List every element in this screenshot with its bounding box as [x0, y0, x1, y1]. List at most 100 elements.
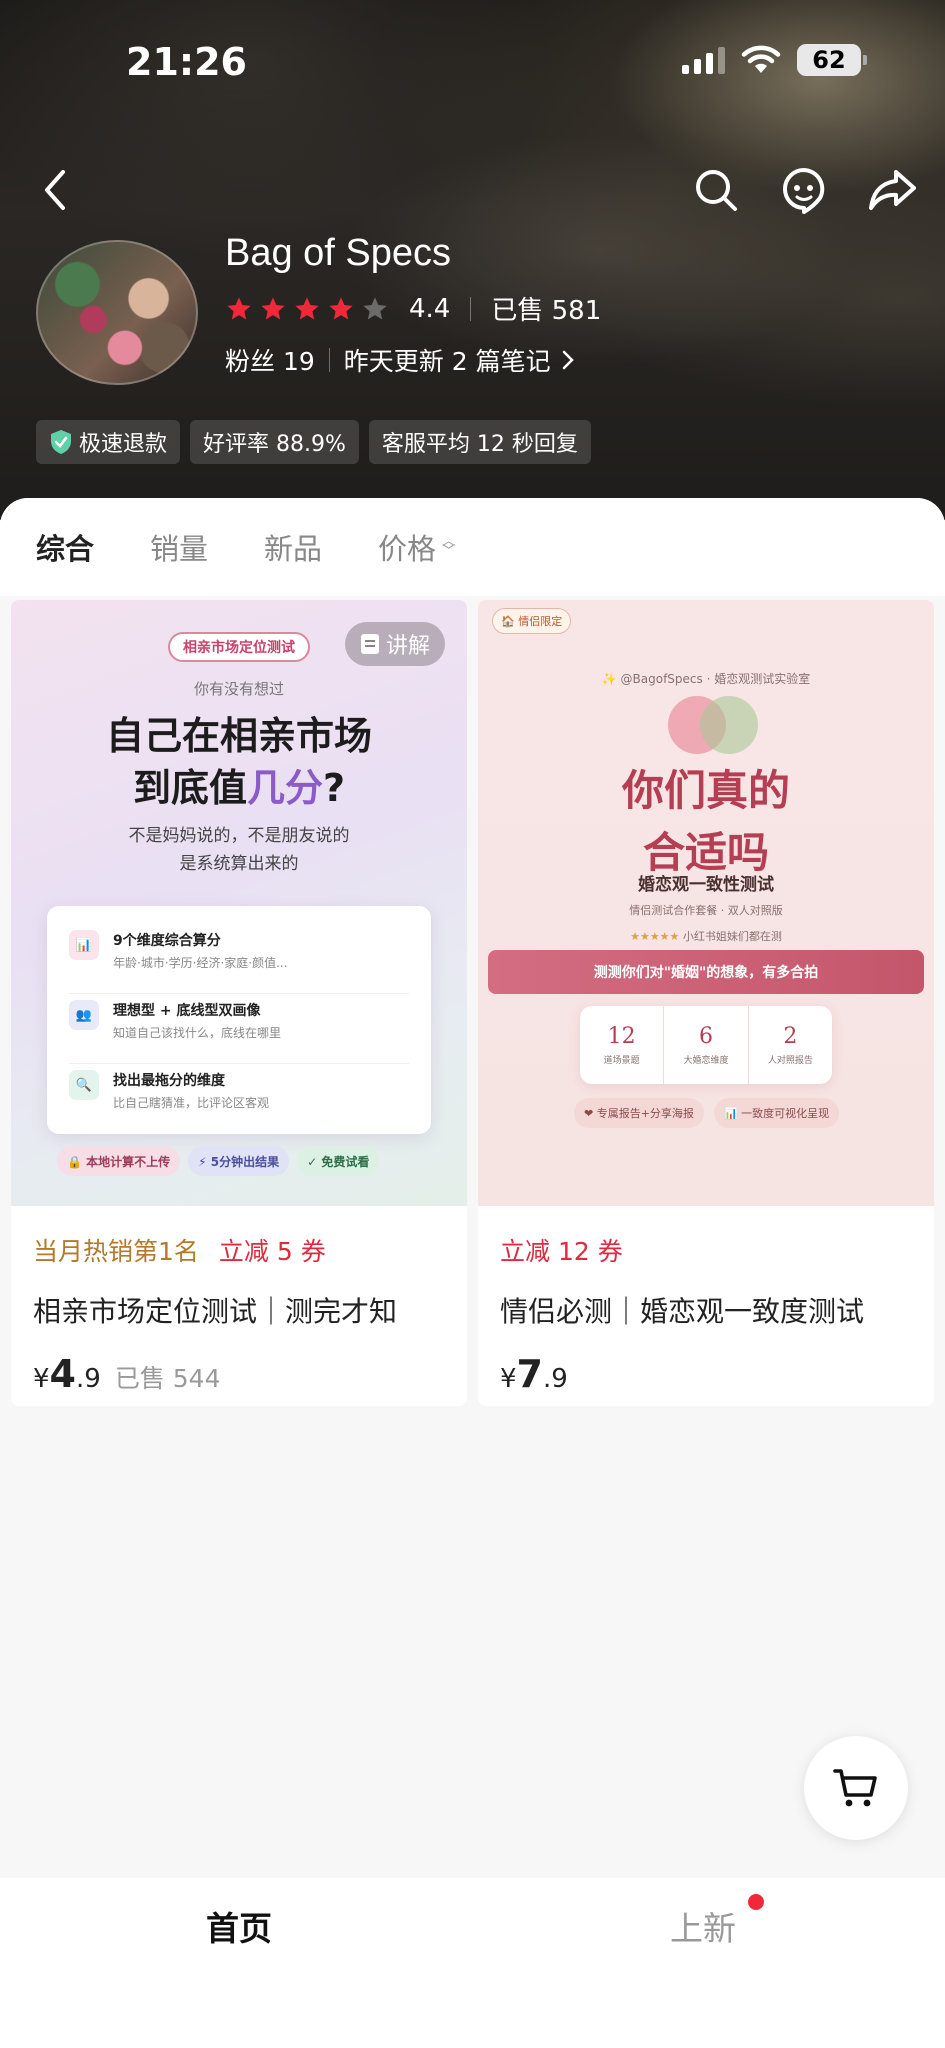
star-icon [261, 296, 285, 319]
feature-desc: 比自己瞎猜准，比评论区客观 [113, 1096, 270, 1110]
thumb-subtitle: 不是妈妈说的，不是朋友说的 是系统算出来的 [11, 822, 467, 878]
headline-line: 到底值几分? [11, 762, 467, 814]
reply-time-badge[interactable]: 客服平均 12 秒回复 [368, 420, 591, 464]
feature-desc: 知道自己该找什么，底线在哪里 [113, 1026, 282, 1040]
thumb-pills: 🔒 本地计算不上传 ⚡ 5分钟出结果 ✓ 免费试看 [57, 1146, 380, 1176]
product-thumbnail[interactable]: 🏠 情侣限定 ✨ @BagofSpecs · 婚恋观测试实验室 你们真的 合适吗… [478, 600, 934, 1206]
thumb-caption: 情侣测试合作套餐 · 双人对照版 [629, 904, 783, 917]
feature-item: 🔍 找出最拖分的维度比自己瞎猜准，比评论区客观 [69, 1064, 409, 1134]
product-sold-count: 已售 544 [114, 1364, 221, 1393]
tab-sales[interactable]: 销量 [150, 526, 208, 568]
rating-value: 4.4 [409, 293, 451, 324]
pill: 🔒 本地计算不上传 [57, 1146, 181, 1176]
tab-price[interactable]: 价格 ︿ ﹀ [378, 526, 455, 568]
status-icons: 62 [682, 44, 867, 76]
product-title: 情侣必测｜婚恋观一致度测试 [500, 1295, 865, 1328]
thumb-banner: 测测你们对"婚姻"的想象，有多合拍 [488, 950, 924, 994]
thumb-question: 你有没有想过 [193, 680, 284, 698]
shopping-cart-icon [833, 1769, 877, 1807]
product-thumbnail[interactable]: 相亲市场定位测试 讲解 你有没有想过 自己在相亲市场 到底值几分? 不是妈妈说的… [11, 600, 467, 1206]
headline-line: 你们真的 [621, 766, 790, 815]
shop-avatar[interactable] [36, 240, 198, 385]
shop-name: Bag of Specs [225, 232, 452, 274]
thumb-stats: 12 道场景题 6 大婚恋维度 2 人对照报告 [580, 1006, 832, 1084]
product-card[interactable]: 相亲市场定位测试 讲解 你有没有想过 自己在相亲市场 到底值几分? 不是妈妈说的… [11, 600, 467, 1406]
shield-check-icon [51, 430, 71, 454]
search-icon [696, 170, 737, 211]
product-info: 当月热销第1名 立减 5 券 相亲市场定位测试｜测完才知 ¥ 4 .9 已售 5… [11, 1206, 467, 1396]
chevron-left-icon [45, 170, 65, 210]
star-icon [329, 296, 353, 319]
caption-text: 小红书姐妹们都在测 [682, 930, 782, 943]
notes-update: 昨天更新 2 篇笔记 [343, 347, 551, 376]
coupon-label: 立减 12 券 [500, 1237, 623, 1266]
stat-label: 道场景题 [603, 1056, 640, 1066]
notification-dot [748, 1894, 764, 1910]
product-card[interactable]: 🏠 情侣限定 ✨ @BagofSpecs · 婚恋观测试实验室 你们真的 合适吗… [478, 600, 934, 1406]
wifi-icon [741, 45, 781, 73]
divider [470, 296, 472, 321]
product-info: 立减 12 券 情侣必测｜婚恋观一致度测试 ¥ 7 .9 [478, 1206, 934, 1396]
bar-chart-icon: 📊 [69, 930, 99, 960]
sort-tabs: 综合 销量 新品 价格 ︿ ﹀ [0, 498, 945, 596]
customer-service-button[interactable] [774, 160, 834, 220]
price-decimal: .9 [543, 1364, 568, 1394]
feature-item: 👥 理想型 + 底线型双画像 知道自己该找什么，底线在哪里 [69, 994, 409, 1064]
coupon-label: 立减 5 券 [218, 1237, 326, 1266]
nav-home[interactable]: 首页 [206, 1902, 272, 1950]
overlap-circles-icon [668, 696, 758, 756]
price-integer: 4 [49, 1352, 76, 1396]
service-badges: 极速退款 好评率 88.9% 客服平均 12 秒回复 [36, 420, 591, 464]
badge-label: 好评率 88.9% [203, 432, 346, 457]
positive-rate-badge[interactable]: 好评率 88.9% [190, 420, 359, 464]
price-row: ¥ 7 .9 [500, 1352, 912, 1396]
thumb-subtitle: 婚恋观一致性测试 [638, 875, 774, 895]
nav-new-arrivals[interactable]: 上新 [670, 1902, 736, 1950]
magnifier-icon: 🔍 [69, 1070, 99, 1100]
stat-number: 6 [698, 1024, 713, 1049]
chevron-right-icon [562, 350, 574, 370]
feature-list: 📊 9个维度综合算分 年龄·城市·学历·经济·家庭·颜值... 👥 理想型 + 底… [47, 906, 431, 1134]
document-icon [360, 634, 379, 654]
feature-title: 9个维度综合算分 [113, 933, 221, 949]
sort-arrows-icon: ︿ ﹀ [442, 534, 456, 559]
pill: ⚡ 5分钟出结果 [188, 1146, 290, 1176]
thumb-headline: 你们真的 合适吗 [478, 760, 934, 884]
search-button[interactable] [686, 160, 746, 220]
stat-label: 大婚恋维度 [683, 1056, 729, 1066]
fans-row[interactable]: 粉丝 19 昨天更新 2 篇笔记 [225, 342, 577, 378]
headline-accent: 几分 [246, 766, 323, 810]
explain-button[interactable]: 讲解 [345, 622, 445, 666]
star-icon [295, 296, 319, 319]
stat-item: 6 大婚恋维度 [664, 1006, 749, 1084]
people-icon: 👥 [69, 1000, 99, 1030]
top-nav [0, 160, 945, 220]
tab-new[interactable]: 新品 [264, 526, 322, 568]
price-decimal: .9 [76, 1364, 101, 1394]
tab-overall[interactable]: 综合 [36, 526, 94, 568]
product-sheet: 综合 销量 新品 价格 ︿ ﹀ 相亲市场定位测试 讲解 你有没有想过 自己在相亲市… [0, 498, 945, 1878]
promo-row: 立减 12 券 [500, 1232, 912, 1268]
badge-label: 客服平均 12 秒回复 [381, 432, 578, 457]
fans-count: 粉丝 19 [225, 347, 315, 376]
explain-label: 讲解 [385, 634, 430, 659]
shop-header: 21:26 62 Bag of Specs 4.4 已售 581 粉丝 19 昨… [0, 0, 945, 520]
fast-refund-badge[interactable]: 极速退款 [36, 420, 181, 464]
headline-text: 到底值 [132, 766, 247, 810]
star-rating-icon: ★★★★★ [630, 930, 680, 943]
star-icon [227, 296, 251, 319]
pill: 📊 一致度可视化呈现 [713, 1098, 840, 1128]
shop-sold-count: 已售 581 [491, 296, 602, 326]
thumb-caption: ★★★★★ 小红书姐妹们都在测 [478, 928, 934, 944]
rating-stars [225, 295, 389, 323]
product-title: 相亲市场定位测试｜测完才知 [33, 1295, 398, 1328]
share-button[interactable] [862, 160, 922, 220]
back-button[interactable] [26, 160, 86, 220]
currency-symbol: ¥ [500, 1364, 517, 1394]
cart-button[interactable] [804, 1736, 908, 1840]
status-time: 21:26 [126, 40, 247, 84]
feature-title: 找出最拖分的维度 [113, 1073, 225, 1089]
divider [328, 348, 330, 372]
pill: ✓ 免费试看 [297, 1146, 380, 1176]
chat-bubble-icon [783, 168, 825, 214]
